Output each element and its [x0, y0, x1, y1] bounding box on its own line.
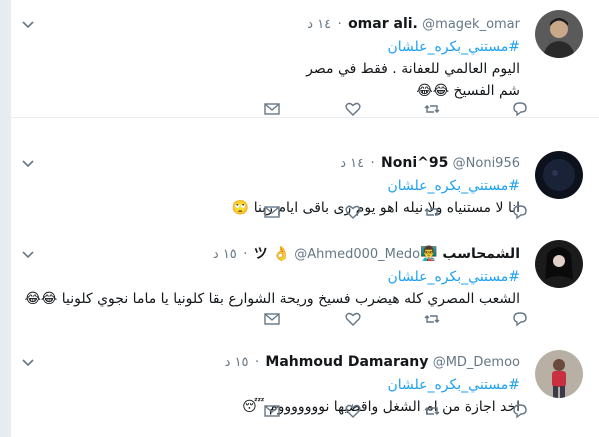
chevron-down-icon[interactable]	[21, 356, 35, 370]
envelope-icon[interactable]	[263, 100, 283, 120]
tweet-header: omar ali. @magek_omar · ١٤ د	[60, 14, 520, 35]
timeline: omar ali. @magek_omar · ١٤ د #مستني_بكره…	[10, 0, 599, 437]
retweet-icon[interactable]	[423, 100, 443, 120]
tweet[interactable]: omar ali. @magek_omar · ١٤ د #مستني_بكره…	[11, 0, 599, 118]
tweet-actions	[11, 310, 599, 332]
separator-dot: ·	[370, 155, 375, 171]
reply-icon[interactable]	[511, 402, 531, 422]
tweet-actions	[11, 100, 599, 122]
author-handle[interactable]: @Noni956	[453, 156, 520, 171]
tweet-text: #مستني_بكره_علشان اليوم العالمي للعفانة …	[40, 36, 520, 102]
reply-icon[interactable]	[511, 100, 531, 120]
tweet-text: #مستني_بكره_علشان الشعب المصري كله هيضرب…	[0, 266, 520, 310]
tweet[interactable]: الشمحاسب 👨‍🏫ツ 👌 @Ahmed000_Medo · ١٥ د #م…	[11, 230, 599, 339]
author-handle[interactable]: @Ahmed000_Medo	[294, 247, 420, 262]
avatar[interactable]	[535, 151, 583, 199]
tweet-actions	[11, 402, 599, 424]
avatar[interactable]	[535, 350, 583, 398]
timestamp[interactable]: ١٥ د	[213, 247, 237, 262]
separator-dot: ·	[254, 354, 260, 370]
hashtag-link[interactable]: #مستني_بكره_علشان	[40, 374, 520, 396]
tweet-header: الشمحاسب 👨‍🏫ツ 👌 @Ahmed000_Medo · ١٥ د	[60, 244, 520, 265]
chevron-down-icon[interactable]	[21, 157, 35, 171]
heart-icon[interactable]	[344, 310, 364, 330]
chevron-down-icon[interactable]	[21, 248, 35, 262]
heart-icon[interactable]	[344, 203, 364, 223]
retweet-icon[interactable]	[423, 310, 443, 330]
heart-icon[interactable]	[344, 402, 364, 422]
envelope-icon[interactable]	[263, 310, 283, 330]
hashtag-link[interactable]: #مستني_بكره_علشان	[0, 266, 520, 288]
timestamp[interactable]: ١٥ د	[225, 355, 249, 370]
tweet-line: اليوم العالمي للعفانة . فقط في مصر	[306, 61, 520, 77]
tweet-header: Noni^95 @Noni956 · ١٤ د	[60, 153, 520, 174]
retweet-icon[interactable]	[423, 203, 443, 223]
separator-dot: ·	[337, 16, 342, 32]
separator-dot: ·	[243, 246, 248, 262]
timestamp[interactable]: ١٤ د	[340, 156, 364, 171]
reply-icon[interactable]	[511, 203, 531, 223]
chevron-down-icon[interactable]	[21, 18, 35, 32]
hashtag-link[interactable]: #مستني_بكره_علشان	[40, 36, 520, 58]
author-handle[interactable]: @MD_Demoo	[433, 355, 520, 370]
heart-icon[interactable]	[344, 100, 364, 120]
timestamp[interactable]: ١٤ د	[307, 17, 331, 32]
envelope-icon[interactable]	[263, 402, 283, 422]
tweet-line: شم الفسيخ 😂😂	[416, 83, 520, 99]
envelope-icon[interactable]	[263, 203, 283, 223]
author-name[interactable]: Mahmoud Damarany	[265, 354, 428, 370]
tweet[interactable]: Noni^95 @Noni956 · ١٤ د #مستني_بكره_علشا…	[11, 139, 599, 231]
author-name[interactable]: omar ali.	[348, 16, 418, 32]
tweet-line: الشعب المصري كله هيضرب فسيخ وريحة الشوار…	[24, 291, 520, 307]
avatar[interactable]	[535, 240, 583, 288]
author-name[interactable]: Noni^95	[381, 155, 448, 171]
retweet-icon[interactable]	[423, 402, 443, 422]
tweet[interactable]: Mahmoud Damarany @MD_Demoo · ١٥ د #مستني…	[11, 338, 599, 437]
hashtag-link[interactable]: #مستني_بكره_علشان	[40, 175, 520, 197]
author-handle[interactable]: @magek_omar	[422, 17, 520, 32]
avatar[interactable]	[535, 10, 583, 58]
tweet-actions	[11, 203, 599, 225]
reply-icon[interactable]	[511, 310, 531, 330]
tweet-header: Mahmoud Damarany @MD_Demoo · ١٥ د	[60, 352, 520, 373]
